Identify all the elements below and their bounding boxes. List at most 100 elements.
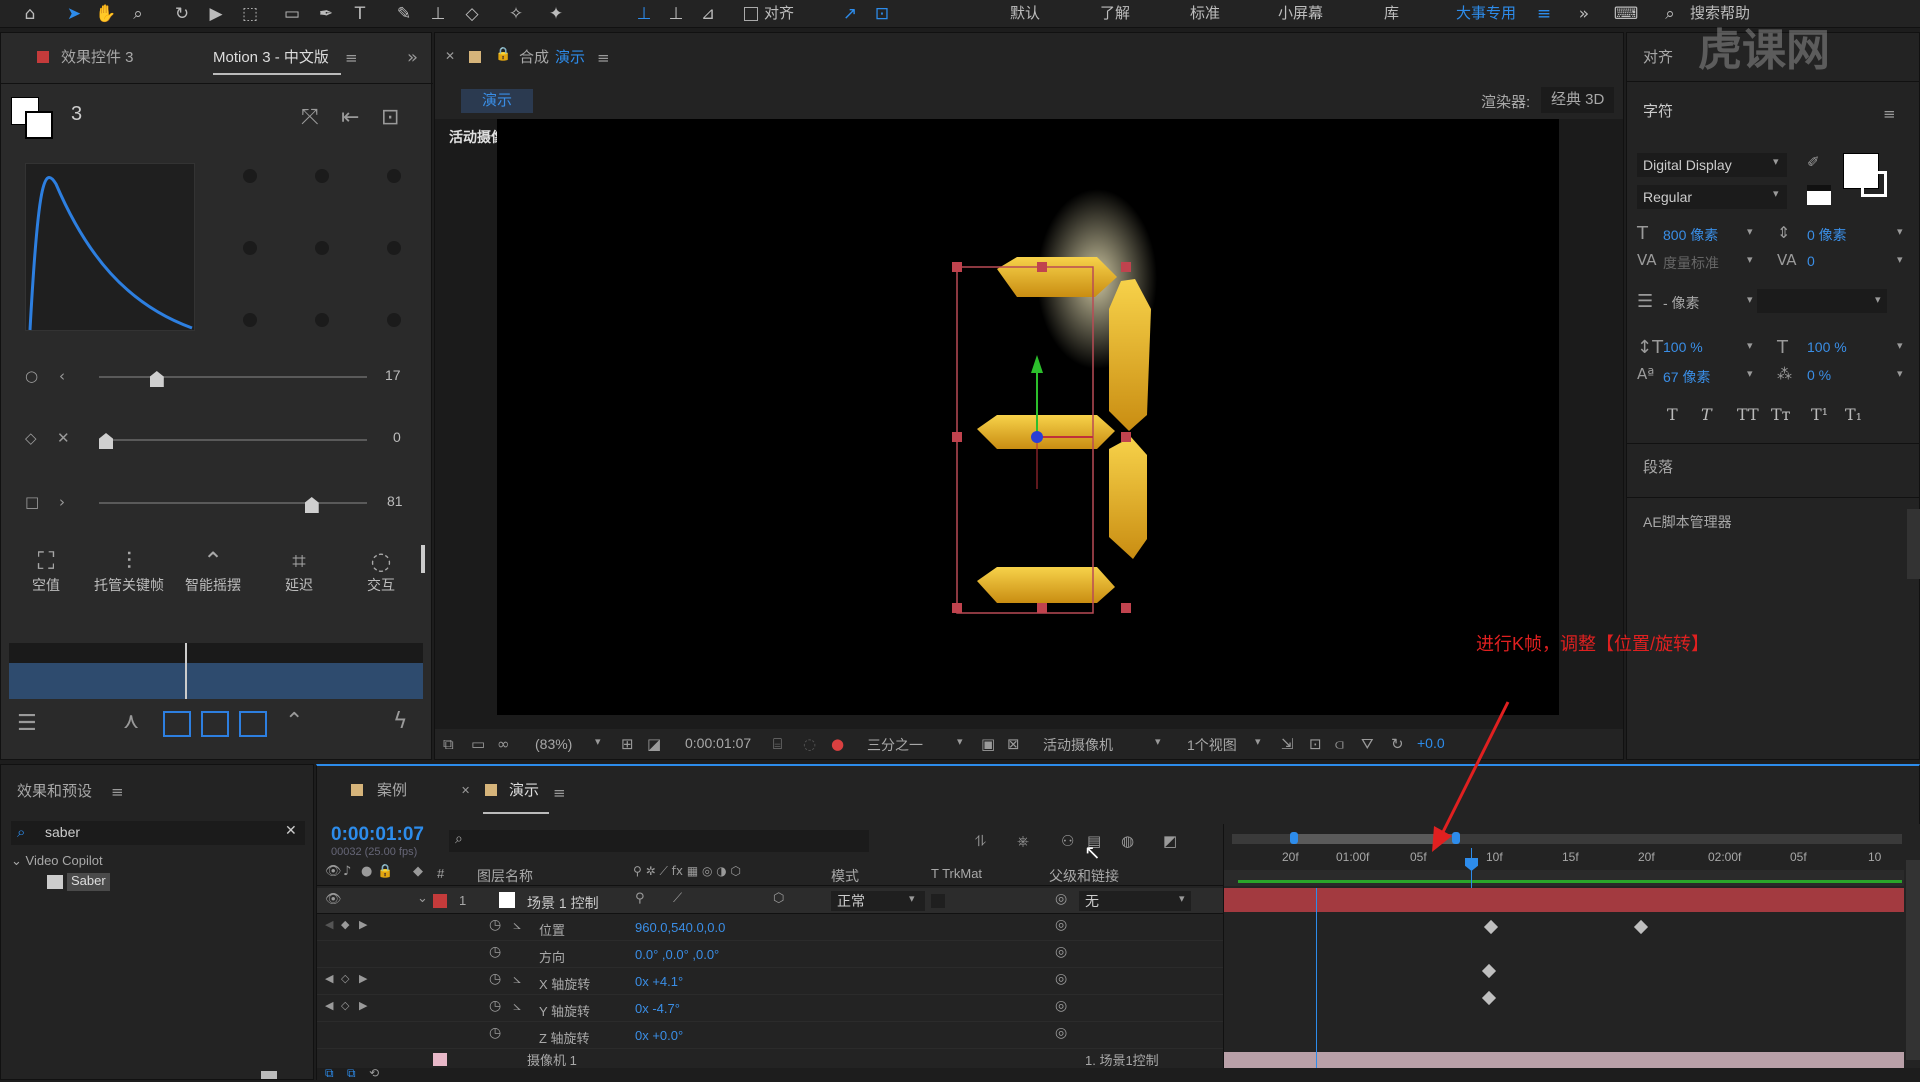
pickwhip-icon[interactable]: ◎ [1055,944,1067,960]
leading-dropdown-icon[interactable]: ▾ [1897,225,1903,238]
slider-track[interactable] [99,439,367,441]
layer-label-color[interactable] [433,894,447,908]
mini-playhead[interactable] [185,643,187,699]
panel-scrollbar[interactable] [421,545,425,573]
quality-switch-icon[interactable]: ⟋ [673,891,682,906]
layer-bar[interactable] [1224,888,1904,912]
renderer-select[interactable]: 经典 3D [1541,87,1615,113]
snapshot-icon[interactable]: ⌸ [773,735,782,753]
graph-icon[interactable]: ⦣ [513,998,521,1014]
hscale-dropdown-icon[interactable]: ▾ [1897,339,1903,352]
stopwatch-icon[interactable]: ◷ [489,971,501,987]
close-tab-icon[interactable]: ✕ [445,49,455,63]
layer-row-1[interactable]: 👁 ⌄ 1 场景 1 控制 ⚲ ⟋ ⬡ 正常 ▾ ◎ 无 ▾ [317,888,1223,914]
ease-in-out-button[interactable] [201,711,229,737]
col-parent[interactable]: 父级和链接 [1049,866,1119,886]
layer-label-color[interactable] [433,1053,447,1066]
slider-track[interactable] [99,376,367,378]
font-dropdown-icon[interactable]: ▾ [1773,155,1779,168]
pen-tool-icon[interactable]: ✒ [314,2,338,26]
tracking-dropdown-icon[interactable]: ▾ [1897,253,1903,266]
peak-icon[interactable]: ⌃ [285,709,303,734]
region-icon[interactable]: ◪ [647,735,661,753]
prop-value[interactable]: 0x +4.1° [635,974,683,989]
graph-icon[interactable]: ⦣ [513,971,521,987]
stroke-dropdown-icon[interactable]: ▾ [1747,293,1753,306]
prop-row-position[interactable]: ◀ ◆ ▶ ◷ ⦣ 位置 960.0,540.0,0.0 ◎ [317,914,1223,941]
col-trkmat[interactable]: T TrkMat [931,866,982,881]
rectangle-tool-icon[interactable]: ▭ [280,2,304,26]
prop-value[interactable]: 0.0° ,0.0° ,0.0° [635,947,719,962]
add-keyframe-icon[interactable]: ◇ [341,972,349,985]
next-keyframe-icon[interactable]: ▶ [359,972,367,985]
camera-tool-icon[interactable]: ▶ [204,2,228,26]
effect-item-saber[interactable]: Saber [67,873,110,891]
layer-name[interactable]: 场景 1 控制 [527,893,599,913]
zoom-select[interactable]: (83%) [529,733,578,755]
fill-stroke-swatch[interactable] [11,97,55,141]
pickwhip-icon[interactable]: ◎ [1055,891,1067,907]
diamond-icon[interactable]: ◇ [25,429,37,447]
prop-row-orientation[interactable]: ◷ 方向 0.0° ,0.0° ,0.0° ◎ [317,941,1223,968]
anchor-dot[interactable] [387,241,401,255]
col-mode[interactable]: 模式 [831,866,859,886]
parent-dropdown-icon[interactable]: ▾ [1179,892,1185,905]
pickwhip-icon[interactable]: ◎ [1055,971,1067,987]
slider-thumb-1[interactable] [149,371,164,387]
col-layer-name[interactable]: 图层名称 [477,866,533,886]
clone-stamp-icon[interactable]: ⊥ [426,2,450,26]
mini-timeline[interactable] [9,643,423,699]
time-ruler[interactable]: 20f 01:00f 05f 10f 15f 20f 02:00f 05f 10 [1224,848,1920,870]
font-style-select[interactable]: Regular [1637,185,1787,209]
faux-italic-button[interactable]: T [1701,405,1712,424]
tracking-value[interactable]: 0 [1807,253,1815,269]
transparency-grid-icon[interactable]: ▣ [981,735,995,753]
panel-menu-icon[interactable]: ≡ [345,49,358,67]
comp-breadcrumb[interactable]: 演示 [461,89,533,113]
pickwhip-icon[interactable]: ◎ [1055,917,1067,933]
viewer-area[interactable]: 活动摄像机 [435,119,1623,729]
prop-value[interactable]: 960.0,540.0,0.0 [635,920,725,935]
eyedropper-icon[interactable]: ✐ [1807,153,1820,171]
workspace-menu-icon[interactable]: ≡ [1534,2,1554,26]
motion-blur-icon[interactable]: ◍ [1121,832,1134,850]
stopwatch-icon[interactable]: ◷ [489,944,501,960]
right-panel-scrollbar[interactable] [1907,509,1920,579]
brush-tool-icon[interactable]: ✎ [392,2,416,26]
ease-out-button[interactable] [163,711,191,737]
anchor-center-icon[interactable]: ⊡ [381,105,399,130]
grid-dropdown-icon[interactable]: ▾ [957,735,963,748]
add-keyframe-icon[interactable]: ◆ [341,918,349,931]
views-select[interactable]: 1个视图 [1187,735,1237,755]
prev-keyframe-icon[interactable]: ◀ [325,918,333,931]
stopwatch-icon[interactable]: ◷ [489,998,501,1014]
comp-canvas[interactable] [497,119,1559,715]
anchor-dot[interactable] [315,241,329,255]
draft-3d-icon[interactable]: ⎈ [1017,832,1029,850]
panel-expand-icon[interactable]: » [407,47,418,68]
checker-icon[interactable]: ⊠ [1007,735,1020,753]
view-axis-icon[interactable]: ⊿ [696,2,720,26]
baseline-dropdown-icon[interactable]: ▾ [1747,367,1753,380]
timeline-search-input[interactable]: ⌕ [449,830,869,852]
selection-tool-icon[interactable]: ➤ [62,2,86,26]
expand-chevron-icon[interactable]: ⌄ [417,891,428,906]
hand-tool-icon[interactable]: ✋ [94,2,118,26]
keyframe-position-2[interactable] [1633,919,1649,935]
subscript-button[interactable]: T₁ [1845,405,1862,424]
stroke-color-swatch[interactable] [1861,171,1887,197]
next-keyframe-icon[interactable]: ▶ [359,918,367,931]
snap-icon[interactable]: ↗ [838,2,862,26]
close-tab-icon[interactable]: ✕ [461,784,470,797]
keyframe-position-1[interactable] [1483,919,1499,935]
mask-icon[interactable]: ∞ [497,735,510,753]
3d-layer-icon[interactable]: ⬡ [773,891,784,906]
anchor-dot[interactable] [315,169,329,183]
circle-icon[interactable]: ○ [25,367,38,385]
puppet-pin-icon[interactable]: ✦ [544,2,568,26]
anchor-dot[interactable] [387,313,401,327]
grid-select[interactable]: 三分之一 [867,735,923,755]
mode-dropdown-icon[interactable]: ▾ [909,892,915,905]
small-caps-button[interactable]: Tᴛ [1771,405,1791,424]
kerning-dropdown-icon[interactable]: ▾ [1747,253,1753,266]
